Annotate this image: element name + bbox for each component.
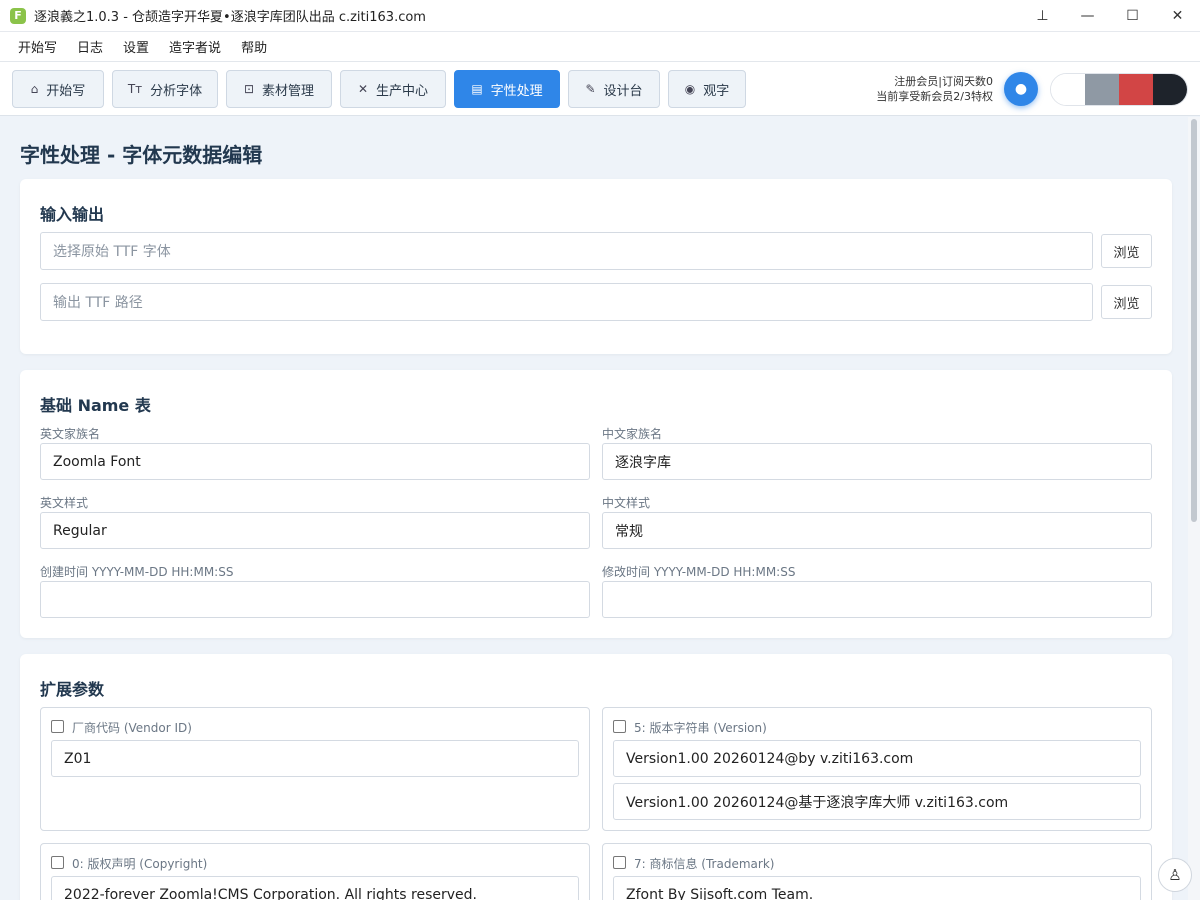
trademark-checkbox[interactable] <box>613 856 626 869</box>
name-table-title: 基础 Name 表 <box>40 396 151 415</box>
window-title: 逐浪義之1.0.3 - 仓颉造字开华夏•逐浪字库团队出品 c.ziti163.c… <box>34 10 426 25</box>
tab-view-glyph[interactable]: ◉ 观字 <box>668 70 746 108</box>
membership-info: 注册会员|订阅天数0 当前享受新会员2/3特权 <box>876 74 993 104</box>
output-path-input[interactable]: 输出 TTF 路径 <box>40 283 1093 321</box>
user-icon: ♙ <box>1168 866 1182 884</box>
name-table-card: 基础 Name 表 英文家族名 Zoomla Font 中文家族名 逐浪字库 英… <box>20 370 1172 638</box>
en-style-input[interactable]: Regular <box>40 512 590 549</box>
maximize-icon: ☐ <box>1126 8 1139 24</box>
tab-label: 开始写 <box>46 83 86 99</box>
window-controls: ⊥ — ☐ ✕ <box>1020 0 1200 32</box>
design-icon: ✎ <box>585 82 596 96</box>
maximize-button[interactable]: ☐ <box>1110 0 1155 32</box>
minimize-button[interactable]: — <box>1065 0 1110 32</box>
vendor-id-input[interactable]: Z01 <box>51 740 579 777</box>
swatch-gray[interactable] <box>1085 74 1119 105</box>
version-checkbox[interactable] <box>613 720 626 733</box>
scrollbar-thumb[interactable] <box>1191 119 1197 522</box>
app-logo-icon: F <box>10 7 26 24</box>
copyright-checkbox[interactable] <box>51 856 64 869</box>
menu-bar: 开始写 日志 设置 造字者说 帮助 <box>0 32 1200 62</box>
modified-time-input[interactable] <box>602 581 1152 618</box>
trademark-input[interactable]: Zfont By Sijsoft.com Team. <box>613 876 1141 900</box>
browse-output-button[interactable]: 浏览 <box>1101 285 1152 319</box>
home-icon: ⌂ <box>30 82 39 96</box>
version-label: 5: 版本字符串 (Version) <box>634 721 767 735</box>
swatch-red[interactable] <box>1119 74 1153 105</box>
vendor-id-label: 厂商代码 (Vendor ID) <box>72 721 192 735</box>
tab-font-properties[interactable]: ▤ 字性处理 <box>454 70 560 108</box>
main-content: 字性处理 - 字体元数据编辑 输入输出 选择原始 TTF 字体 浏览 输出 TT… <box>0 117 1188 900</box>
menu-creator-talk[interactable]: 造字者说 <box>159 37 231 56</box>
vendor-id-checkbox[interactable] <box>51 720 64 733</box>
tab-label: 生产中心 <box>376 83 429 99</box>
trademark-label: 7: 商标信息 (Trademark) <box>634 857 775 871</box>
version-input-2[interactable]: Version1.00 20260124@基于逐浪字库大师 v.ziti163.… <box>613 783 1141 820</box>
zh-family-label: 中文家族名 <box>602 427 663 441</box>
source-font-input[interactable]: 选择原始 TTF 字体 <box>40 232 1093 270</box>
pin-button[interactable]: ⊥ <box>1020 0 1065 32</box>
version-input-1[interactable]: Version1.00 20260124@by v.ziti163.com <box>613 740 1141 777</box>
en-style-label: 英文样式 <box>40 496 89 510</box>
zh-style-input[interactable]: 常规 <box>602 512 1152 549</box>
zh-family-input[interactable]: 逐浪字库 <box>602 443 1152 480</box>
menu-help[interactable]: 帮助 <box>231 37 277 56</box>
minimize-icon: — <box>1080 8 1095 24</box>
document-icon: ▤ <box>471 82 483 96</box>
theme-toggle-button[interactable]: ● <box>1004 72 1038 106</box>
created-time-label: 创建时间 YYYY-MM-DD HH:MM:SS <box>40 565 234 579</box>
browse-source-button[interactable]: 浏览 <box>1101 234 1152 268</box>
tab-label: 观字 <box>703 83 730 99</box>
tab-label: 字性处理 <box>490 83 543 99</box>
close-button[interactable]: ✕ <box>1155 0 1200 32</box>
pin-icon: ⊥ <box>1036 8 1049 24</box>
menu-settings[interactable]: 设置 <box>113 37 159 56</box>
membership-privilege: 当前享受新会员2/3特权 <box>876 90 993 103</box>
version-group: 5: 版本字符串 (Version) Version1.00 20260124@… <box>602 707 1152 831</box>
created-time-input[interactable] <box>40 581 590 618</box>
vertical-scrollbar[interactable] <box>1188 117 1200 900</box>
close-icon: ✕ <box>1171 8 1184 24</box>
page-title: 字性处理 - 字体元数据编辑 <box>20 143 263 167</box>
extended-params-title: 扩展参数 <box>40 680 105 699</box>
swatch-white[interactable] <box>1051 74 1085 105</box>
dot-icon: ● <box>1014 81 1028 97</box>
tab-production-center[interactable]: ✕ 生产中心 <box>340 70 446 108</box>
material-icon: ⊡ <box>243 82 255 96</box>
io-card-title: 输入输出 <box>40 205 105 224</box>
text-size-icon: Tт <box>127 82 143 96</box>
tab-label: 设计台 <box>603 83 643 99</box>
menu-start-writing[interactable]: 开始写 <box>8 37 67 56</box>
extended-params-card: 扩展参数 厂商代码 (Vendor ID) Z01 5: 版本字符串 (Vers… <box>20 654 1172 900</box>
color-swatches <box>1050 73 1188 106</box>
tab-start-writing[interactable]: ⌂ 开始写 <box>12 70 104 108</box>
tab-design-desk[interactable]: ✎ 设计台 <box>568 70 660 108</box>
membership-status: 注册会员|订阅天数0 <box>894 75 993 88</box>
floating-action-button[interactable]: ♙ <box>1158 858 1192 892</box>
trademark-group: 7: 商标信息 (Trademark) Zfont By Sijsoft.com… <box>602 843 1152 900</box>
tools-icon: ✕ <box>357 82 369 96</box>
en-family-label: 英文家族名 <box>40 427 101 441</box>
modified-time-label: 修改时间 YYYY-MM-DD HH:MM:SS <box>602 565 796 579</box>
copyright-input[interactable]: 2022-forever Zoomla!CMS Corporation. All… <box>51 876 579 900</box>
eye-icon: ◉ <box>684 82 696 96</box>
vendor-id-group: 厂商代码 (Vendor ID) Z01 <box>40 707 590 831</box>
copyright-group: 0: 版权声明 (Copyright) 2022-forever Zoomla!… <box>40 843 590 900</box>
tab-material-management[interactable]: ⊡ 素材管理 <box>226 70 332 108</box>
copyright-label: 0: 版权声明 (Copyright) <box>72 857 208 871</box>
tab-label: 分析字体 <box>150 83 203 99</box>
io-card: 输入输出 选择原始 TTF 字体 浏览 输出 TTF 路径 浏览 <box>20 179 1172 354</box>
tab-label: 素材管理 <box>262 83 315 99</box>
en-family-input[interactable]: Zoomla Font <box>40 443 590 480</box>
menu-log[interactable]: 日志 <box>67 37 113 56</box>
tab-analyze-font[interactable]: Tт 分析字体 <box>112 70 218 108</box>
swatch-dark[interactable] <box>1153 74 1187 105</box>
zh-style-label: 中文样式 <box>602 496 651 510</box>
title-bar: F 逐浪義之1.0.3 - 仓颉造字开华夏•逐浪字库团队出品 c.ziti163… <box>0 0 1200 32</box>
